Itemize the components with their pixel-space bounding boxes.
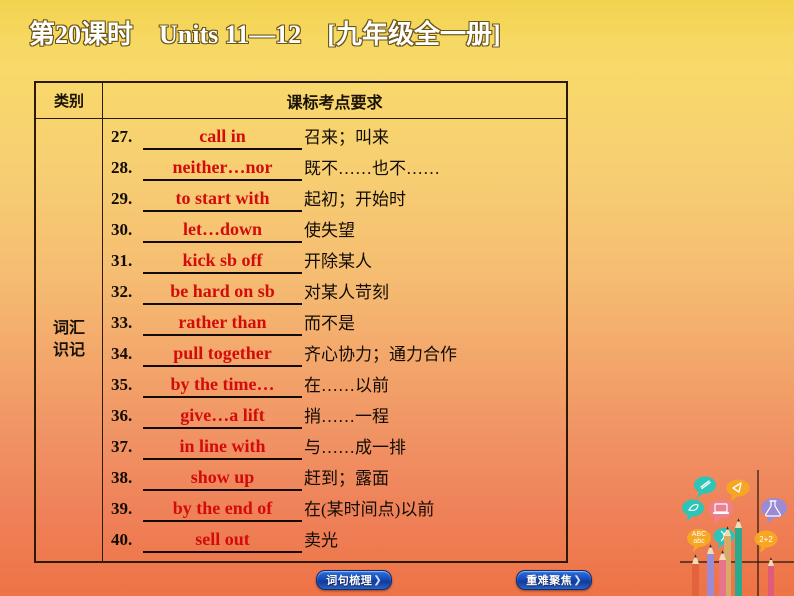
page-title: 第20课时 Units 11—12 [九年级全一册] xyxy=(29,20,501,49)
item-number: 33. xyxy=(111,313,133,332)
list-item: 33. rather than 而不是 xyxy=(103,305,566,336)
pencils-and-speech-bubbles-art: ABC abc 2+2 xyxy=(680,470,794,596)
nav-button-key-difficulties-label: 重难聚焦 xyxy=(526,575,573,587)
item-meaning: 捎……一程 xyxy=(304,407,389,426)
table-body-row: 词汇 识记 27. call in 召来；叫来 28. neither…nor … xyxy=(35,118,567,562)
item-number: 40. xyxy=(111,530,133,549)
column-header-category: 类别 xyxy=(35,82,103,119)
knowledge-table: 类别 课标考点要求 词汇 识记 27. call in 召来；叫来 28. ne… xyxy=(34,81,568,563)
item-term: be hard on sb xyxy=(143,279,302,305)
chevron-right-icon: ❯ xyxy=(573,574,582,586)
item-number: 31. xyxy=(111,251,133,270)
item-number: 35. xyxy=(111,375,133,394)
nav-button-key-difficulties[interactable]: 重难聚焦 ❯ xyxy=(516,570,592,590)
item-term: kick sb off xyxy=(143,248,302,274)
item-term: by the time… xyxy=(143,372,302,398)
item-meaning: 卖光 xyxy=(304,531,338,550)
category-label-line-1: 词汇 xyxy=(52,320,85,338)
bubble-dna-icon xyxy=(713,528,735,549)
list-item: 36. give…a lift 捎……一程 xyxy=(103,398,566,429)
bubble-flask-icon xyxy=(761,498,787,524)
title-bar: 第20课时 Units 11—12 [九年级全一册] xyxy=(0,0,794,56)
list-item: 38. show up 赶到；露面 xyxy=(103,460,566,491)
item-number: 30. xyxy=(111,220,133,239)
svg-text:ABC: ABC xyxy=(692,531,706,538)
list-item: 31. kick sb off 开除某人 xyxy=(103,243,566,274)
item-meaning: 在(某时间点)以前 xyxy=(304,500,435,519)
vocabulary-list-cell: 27. call in 召来；叫来 28. neither…nor 既不……也不… xyxy=(102,118,567,562)
item-number: 37. xyxy=(111,437,133,456)
list-item: 37. in line with 与……成一排 xyxy=(103,429,566,460)
pencil-green xyxy=(735,518,742,596)
column-header-requirement: 课标考点要求 xyxy=(102,82,567,119)
item-meaning: 起初；开始时 xyxy=(304,190,406,209)
list-item: 29. to start with 起初；开始时 xyxy=(103,181,566,212)
item-meaning: 齐心协力；通力合作 xyxy=(304,345,457,364)
list-item: 34. pull together 齐心协力；通力合作 xyxy=(103,336,566,367)
list-item: 32. be hard on sb 对某人苛刻 xyxy=(103,274,566,305)
bubble-leaf-icon xyxy=(682,499,704,521)
bubble-checkmark-icon xyxy=(726,479,750,501)
item-meaning: 而不是 xyxy=(304,314,355,333)
item-term: pull together xyxy=(143,341,302,367)
pencil-pink xyxy=(719,550,726,596)
item-term: give…a lift xyxy=(143,403,302,429)
nav-button-sentence-review[interactable]: 词句梳理 ❯ xyxy=(316,570,392,590)
svg-text:abc: abc xyxy=(693,538,705,545)
item-meaning: 赶到；露面 xyxy=(304,469,389,488)
item-number: 34. xyxy=(111,344,133,363)
list-item: 28. neither…nor 既不……也不…… xyxy=(103,150,566,181)
list-item: 30. let…down 使失望 xyxy=(103,212,566,243)
bubble-laptop-icon xyxy=(709,500,733,523)
list-item: 40. sell out 卖光 xyxy=(103,522,566,553)
pencil-purple xyxy=(707,544,714,596)
item-term: in line with xyxy=(143,434,302,460)
item-number: 38. xyxy=(111,468,133,487)
category-label-line-2: 识记 xyxy=(52,342,85,359)
chevron-right-icon: ❯ xyxy=(373,574,382,586)
category-label-cell: 词汇 识记 xyxy=(35,118,103,562)
bubble-abc-icon: ABC abc xyxy=(687,529,711,552)
bubble-pencil-icon xyxy=(694,476,716,498)
pencil-tan xyxy=(724,526,731,596)
item-number: 36. xyxy=(111,406,133,425)
pencil-magenta xyxy=(768,557,774,596)
item-number: 39. xyxy=(111,499,133,518)
item-meaning: 既不……也不…… xyxy=(304,159,440,178)
item-term: sell out xyxy=(143,527,302,553)
item-term: rather than xyxy=(143,310,302,336)
item-term: neither…nor xyxy=(143,155,302,181)
item-number: 28. xyxy=(111,158,133,177)
item-meaning: 在……以前 xyxy=(304,376,389,395)
item-meaning: 使失望 xyxy=(304,221,355,240)
svg-text:2+2: 2+2 xyxy=(759,535,773,544)
item-meaning: 开除某人 xyxy=(304,252,372,271)
item-term: let…down xyxy=(143,217,302,243)
list-item: 35. by the time… 在……以前 xyxy=(103,367,566,398)
item-term: to start with xyxy=(143,186,302,212)
item-term: call in xyxy=(143,124,302,150)
nav-button-sentence-review-label: 词句梳理 xyxy=(326,575,373,587)
item-term: by the end of xyxy=(143,496,302,522)
item-term: show up xyxy=(143,465,302,491)
item-meaning: 对某人苛刻 xyxy=(304,283,389,302)
list-item: 39. by the end of 在(某时间点)以前 xyxy=(103,491,566,522)
item-meaning: 召来；叫来 xyxy=(304,128,389,147)
list-item: 27. call in 召来；叫来 xyxy=(103,119,566,150)
pencil-red xyxy=(692,554,699,596)
item-number: 27. xyxy=(111,127,133,146)
item-number: 32. xyxy=(111,282,133,301)
item-meaning: 与……成一排 xyxy=(304,438,406,457)
bubble-math-icon: 2+2 xyxy=(754,530,778,553)
item-number: 29. xyxy=(111,189,133,208)
table-header-row: 类别 课标考点要求 xyxy=(35,82,567,119)
